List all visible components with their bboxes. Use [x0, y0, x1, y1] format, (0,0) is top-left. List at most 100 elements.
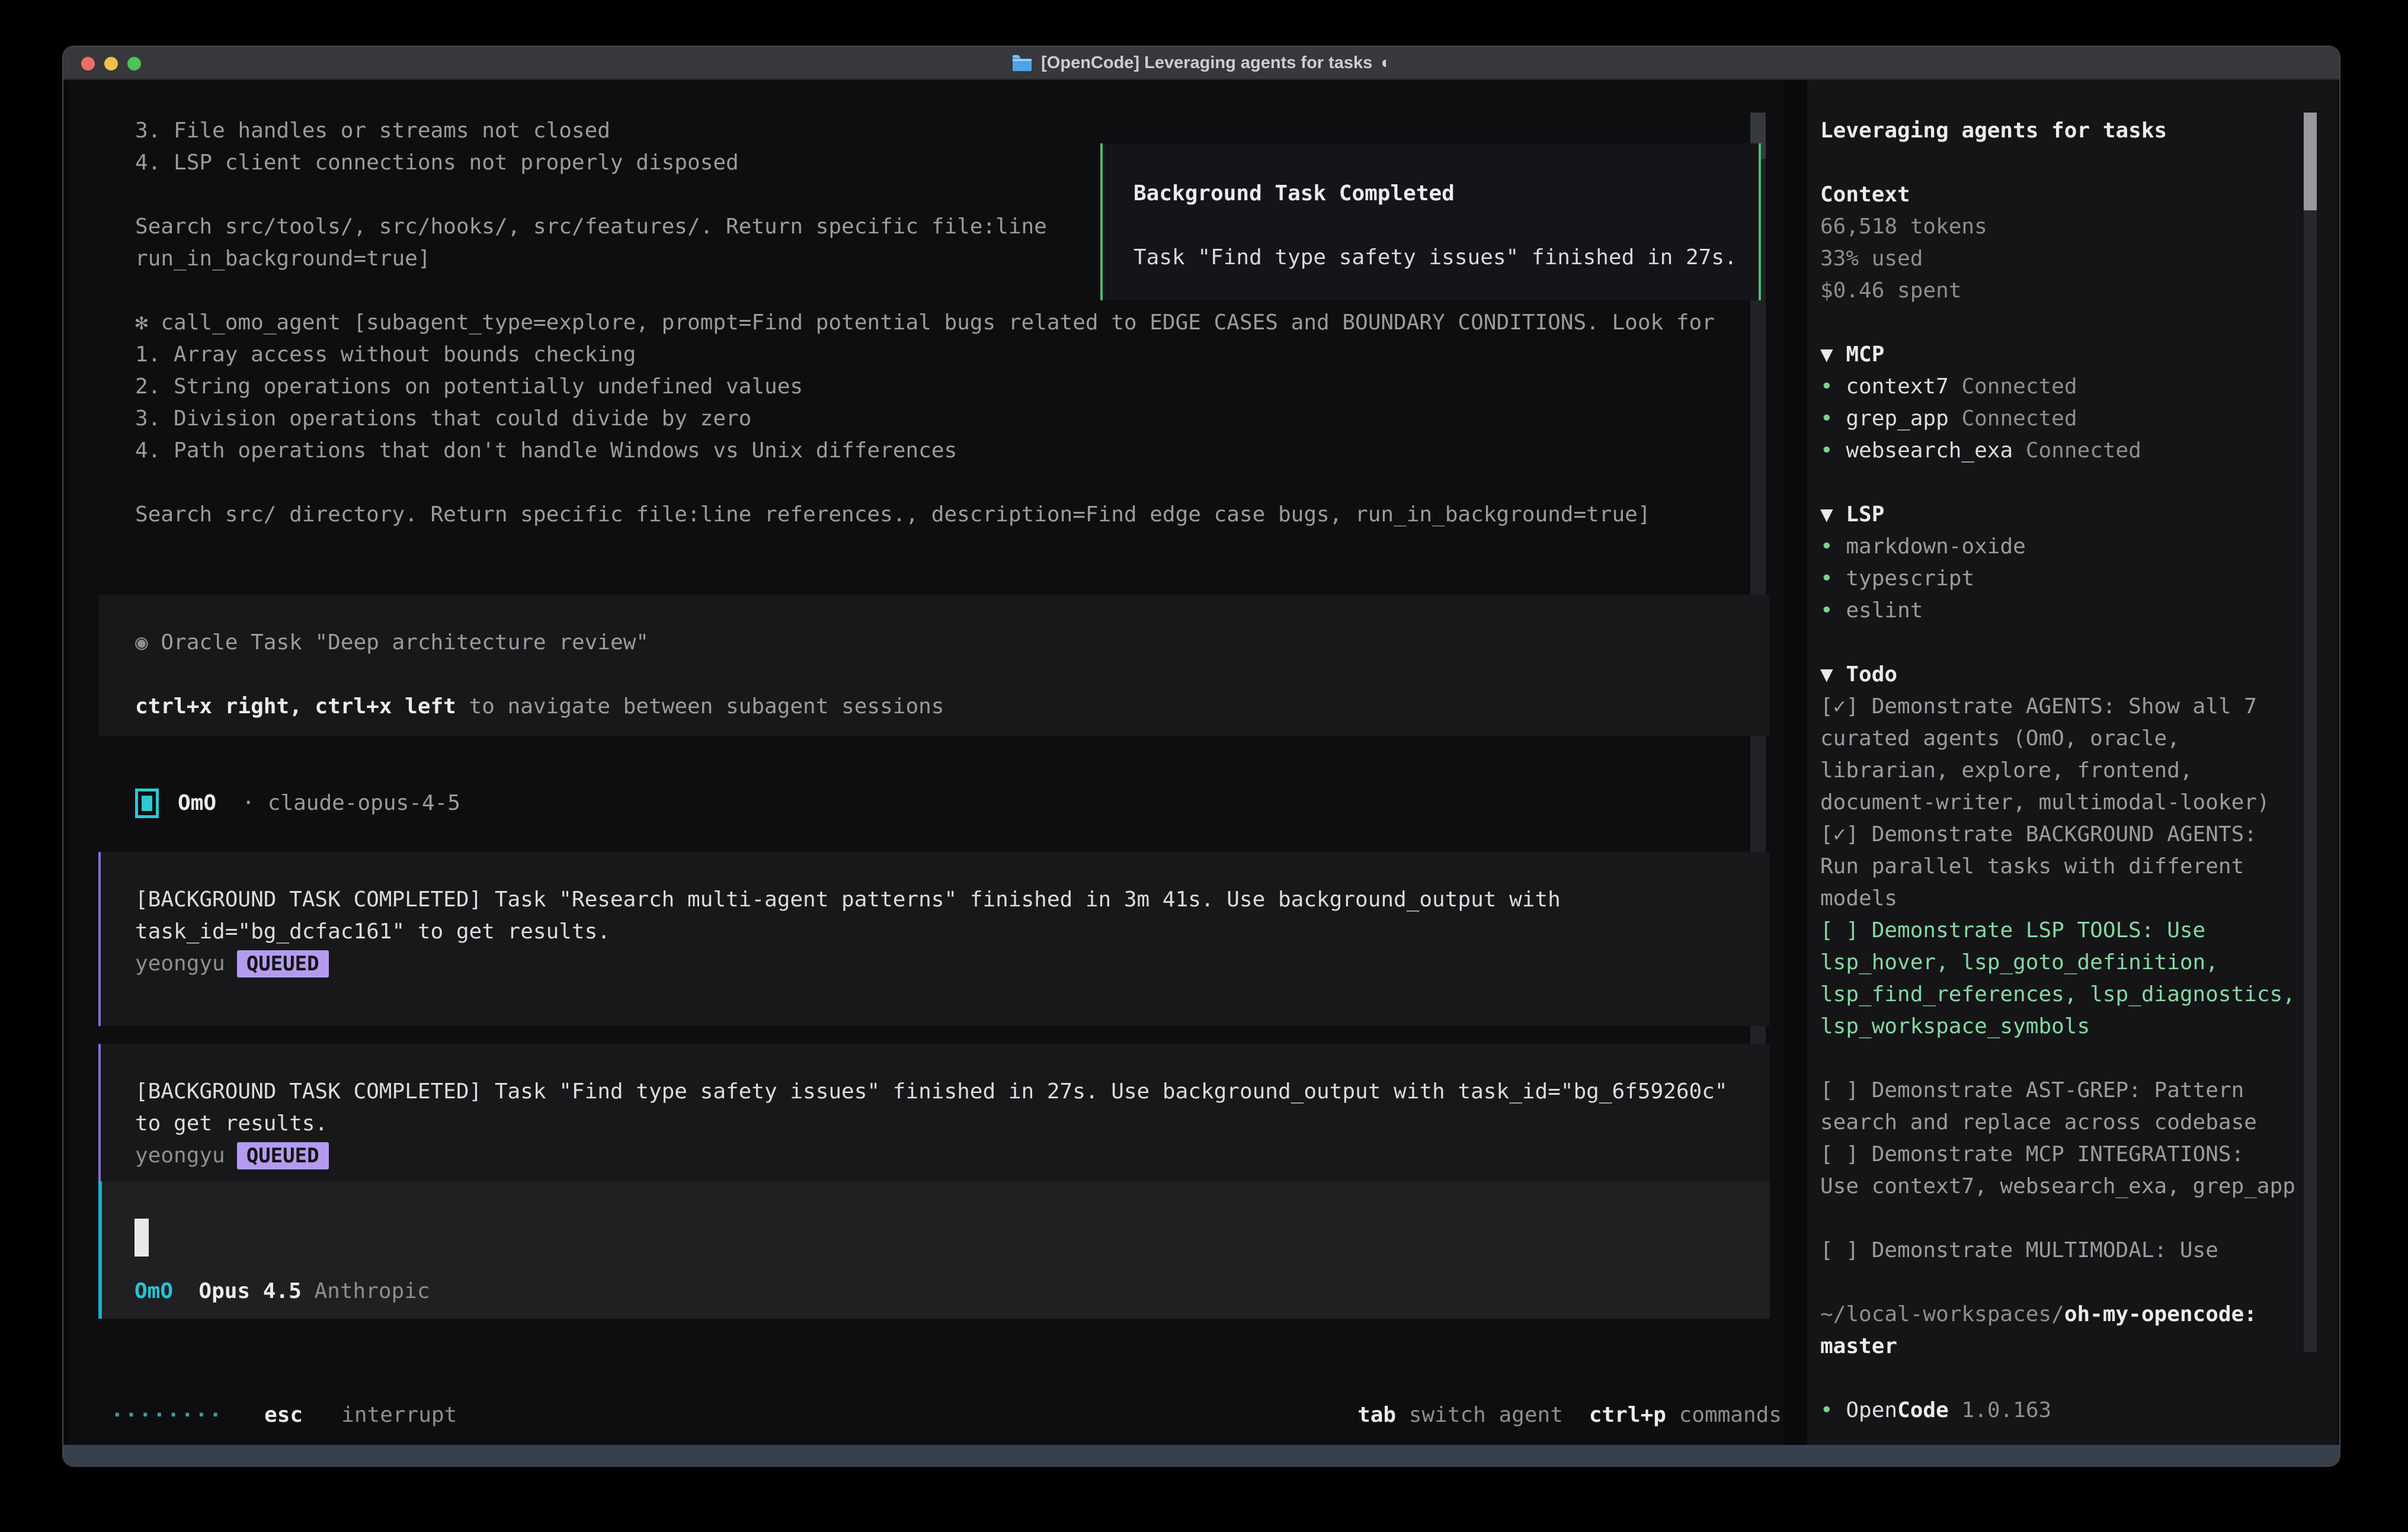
status-right: tab switch agent ctrl+p commands	[1331, 1399, 1782, 1431]
section-header-todo[interactable]: ▼ Todo	[1820, 659, 2299, 691]
task-status-badge: QUEUED	[237, 950, 329, 977]
terminal-output-line: 2. String operations on potentially unde…	[135, 371, 1759, 403]
todo-checkbox: [ ]	[1820, 918, 1872, 943]
session-sidebar: Leveraging agents for tasks Context66,518…	[1807, 80, 2338, 1447]
context-stat: 66,518 tokens	[1820, 211, 2299, 243]
hint-label: commands	[1666, 1403, 1782, 1427]
keyboard-hint: tab switch agent	[1357, 1403, 1563, 1427]
close-button[interactable]	[81, 57, 95, 70]
sidebar-scrollbar[interactable]	[2304, 113, 2317, 1352]
terminal-window: [OpenCode] Leveraging agents for tasks ◐…	[62, 46, 2340, 1467]
minimize-button[interactable]	[104, 57, 118, 70]
status-bar: ········ esc interrupt tab switch agent c…	[111, 1399, 1782, 1431]
sidebar-session-title: Leveraging agents for tasks	[1820, 115, 2299, 147]
sidebar-item-websearch_exa: • websearch_exa Connected	[1820, 435, 2299, 467]
model-name	[255, 787, 268, 819]
titlebar: [OpenCode] Leveraging agents for tasks ◐	[63, 47, 2339, 80]
terminal-output-line: 3. Division operations that could divide…	[135, 403, 1759, 435]
todo-checkbox: [ ]	[1820, 1238, 1872, 1262]
todo-checkbox: [ ]	[1820, 1078, 1872, 1102]
todo-item: [ ] Demonstrate MULTIMODAL: Use	[1820, 1235, 2299, 1267]
shortcut-keys: ctrl+x right, ctrl+x left	[135, 694, 456, 719]
sidebar-item-typescript: • typescript	[1820, 563, 2299, 595]
sidebar-item-grep_app: • grep_app Connected	[1820, 403, 2299, 435]
context-heading: Context	[1820, 179, 2299, 211]
hint-key: tab	[1357, 1403, 1396, 1427]
background-task-card: [BACKGROUND TASK COMPLETED] Task "Resear…	[98, 852, 1770, 1026]
esc-key-hint: esc	[264, 1403, 303, 1427]
todo-item: [✓] Demonstrate AGENTS: Show all 7 curat…	[1820, 691, 2299, 819]
window-bottom-edge	[63, 1445, 2339, 1466]
shortcut-description: to navigate between subagent sessions	[456, 694, 944, 719]
section-header-lsp[interactable]: ▼ LSP	[1820, 499, 2299, 531]
workspace-path: ~/local-workspaces/oh-my-opencode: maste…	[1820, 1299, 2299, 1363]
terminal-output-line: 3. File handles or streams not closed	[135, 115, 1759, 147]
output-text: 1. Array access without bounds checking	[135, 342, 636, 367]
separator-dot	[216, 787, 242, 819]
todo-item: [ ] Demonstrate AST-GREP: Pattern search…	[1820, 1075, 2299, 1139]
oracle-task-panel: ◉ Oracle Task "Deep architecture review"…	[98, 595, 1770, 736]
window-title-text: [OpenCode] Leveraging agents for tasks	[1041, 53, 1372, 73]
session-state-icon: ◐	[1381, 53, 1391, 73]
notification-body: Task "Find type safety issues" finished …	[1133, 242, 1756, 274]
output-text: 4. LSP client connections not properly d…	[135, 150, 739, 175]
task-user: yeongyu	[135, 948, 225, 980]
oracle-status-icon: ◉	[135, 630, 148, 655]
text-cursor	[135, 1219, 149, 1257]
output-text: Search src/tools/, src/hooks/, src/featu…	[135, 214, 1047, 239]
todo-checkbox: [✓]	[1820, 694, 1872, 719]
output-text: 4. Path operations that don't handle Win…	[135, 438, 957, 463]
zoom-button[interactable]	[127, 57, 141, 70]
todo-checkbox: [ ]	[1820, 1142, 1872, 1166]
active-agent-label: OmO	[135, 1275, 173, 1307]
task-message: [BACKGROUND TASK COMPLETED] Task "Find t…	[135, 1076, 1735, 1140]
subagent-nav-hint: ctrl+x right, ctrl+x left to navigate be…	[135, 691, 1758, 723]
provider-label: Anthropic	[314, 1275, 430, 1307]
output-text: 3. Division operations that could divide…	[135, 406, 751, 431]
agent-name: OmO	[178, 787, 216, 819]
output-text: call_omo_agent [subagent_type=explore, p…	[161, 310, 1715, 335]
spacer	[173, 1275, 198, 1307]
task-message: [BACKGROUND TASK COMPLETED] Task "Resear…	[135, 884, 1735, 948]
hint-key: ctrl+p	[1589, 1403, 1666, 1427]
hint-label: switch agent	[1396, 1403, 1563, 1427]
folder-icon	[1011, 54, 1033, 72]
background-task-notification: Background Task Completed Task "Find typ…	[1100, 143, 1761, 300]
terminal-output-line: Search src/ directory. Return specific f…	[135, 499, 1759, 531]
task-user: yeongyu	[135, 1140, 225, 1172]
sidebar-item-context7: • context7 Connected	[1820, 371, 2299, 403]
output-text: 2. String operations on potentially unde…	[135, 374, 803, 399]
esc-key-label	[316, 1403, 329, 1427]
agent-icon	[135, 789, 159, 818]
section-header-mcp[interactable]: ▼ MCP	[1820, 339, 2299, 371]
oracle-task-title-line: ◉ Oracle Task "Deep architecture review"	[135, 627, 1758, 659]
notification-title: Background Task Completed	[1133, 178, 1756, 210]
active-model-label[interactable]: Opus 4.5	[198, 1275, 301, 1307]
tool-gear-icon: ✻	[135, 310, 161, 335]
context-stat: $0.46 spent	[1820, 275, 2299, 307]
app-version: • OpenCode 1.0.163	[1820, 1395, 2299, 1427]
prompt-input[interactable]: OmO Opus 4.5 Anthropic	[98, 1181, 1770, 1319]
sidebar-item-markdown-oxide: • markdown-oxide	[1820, 531, 2299, 563]
terminal-output-line: ✻ call_omo_agent [subagent_type=explore,…	[135, 307, 1759, 339]
terminal-output-line: 4. Path operations that don't handle Win…	[135, 435, 1759, 467]
spacer	[302, 1275, 315, 1307]
traffic-lights	[81, 57, 141, 70]
context-stat: 33% used	[1820, 243, 2299, 275]
todo-item: [ ] Demonstrate LSP TOOLS: Use lsp_hover…	[1820, 915, 2299, 1043]
window-title: [OpenCode] Leveraging agents for tasks ◐	[1011, 53, 1391, 73]
sidebar-item-eslint: • eslint	[1820, 595, 2299, 627]
keyboard-hint: ctrl+p commands	[1589, 1403, 1782, 1427]
status-left: ········ esc interrupt	[111, 1399, 457, 1431]
todo-checkbox: [✓]	[1820, 822, 1872, 847]
oracle-task-title	[148, 630, 161, 655]
todo-item: [✓] Demonstrate BACKGROUND AGENTS: Run p…	[1820, 819, 2299, 915]
todo-item: [ ] Demonstrate MCP INTEGRATIONS: Use co…	[1820, 1139, 2299, 1203]
output-text: Search src/ directory. Return specific f…	[135, 502, 1651, 527]
terminal-output-line: 1. Array access without bounds checking	[135, 339, 1759, 371]
spinner-dots-icon: ········	[111, 1403, 223, 1427]
task-status-badge: QUEUED	[237, 1142, 329, 1169]
sidebar-scrollbar-thumb[interactable]	[2304, 113, 2317, 210]
agent-session-row[interactable]: OmO · claude-opus-4-5	[135, 787, 460, 819]
output-text: run_in_background=true]	[135, 246, 431, 271]
